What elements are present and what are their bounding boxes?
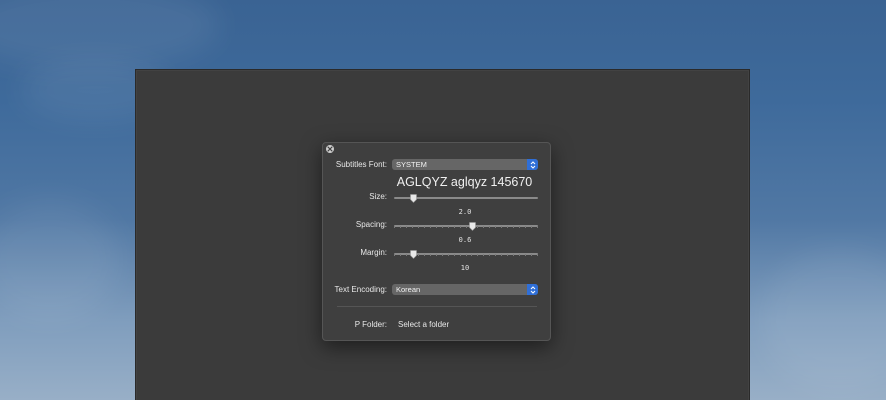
subtitles-font-value: SYSTEM — [396, 160, 427, 169]
slider-tick — [447, 254, 449, 256]
slider-tick — [447, 226, 449, 228]
text-encoding-popup[interactable]: Korean — [392, 284, 538, 295]
slider-tick — [435, 254, 437, 256]
slider-tick — [429, 254, 431, 256]
folder-label: P Folder: — [354, 320, 387, 329]
text-encoding-value: Korean — [396, 285, 421, 294]
slider-tick — [495, 226, 497, 228]
slider-tick — [423, 226, 425, 228]
size-slider[interactable] — [394, 194, 538, 204]
slider-tick — [423, 254, 425, 256]
slider-tick — [507, 226, 509, 228]
slider-tick — [507, 254, 509, 256]
text-encoding-label: Text Encoding: — [334, 285, 387, 294]
slider-knob[interactable] — [410, 194, 418, 203]
cloud — [760, 250, 886, 390]
slider-tick — [465, 254, 467, 256]
slider-tick — [453, 254, 455, 256]
slider-tick — [465, 226, 467, 228]
popup-arrows-icon — [527, 284, 538, 295]
desktop-background: Subtitles Font: SYSTEM AGLQYZ aglqyz 145… — [0, 0, 886, 400]
spacing-slider[interactable] — [394, 222, 538, 232]
slider-tick — [399, 254, 401, 256]
slider-tick — [531, 254, 533, 256]
slider-tick — [537, 226, 538, 228]
slider-tick — [525, 226, 527, 228]
slider-tick — [501, 226, 503, 228]
slider-tick — [471, 254, 473, 256]
slider-tick — [501, 254, 503, 256]
slider-tick — [394, 254, 395, 256]
slider-tick — [459, 226, 461, 228]
slider-tick — [441, 226, 443, 228]
subtitle-preferences-panel: Subtitles Font: SYSTEM AGLQYZ aglqyz 145… — [322, 142, 551, 341]
subtitles-font-label: Subtitles Font: — [335, 160, 387, 169]
slider-tick — [405, 226, 407, 228]
spacing-value: 0.6 — [458, 236, 472, 244]
subtitles-font-popup[interactable]: SYSTEM — [392, 159, 538, 170]
slider-tick — [435, 226, 437, 228]
slider-tick — [525, 254, 527, 256]
slider-tick — [489, 226, 491, 228]
slider-knob[interactable] — [410, 250, 418, 259]
close-button[interactable] — [326, 145, 334, 153]
slider-tick — [483, 254, 485, 256]
font-preview-text: AGLQYZ aglqyz 145670 — [396, 175, 533, 189]
slider-tick — [399, 226, 401, 228]
slider-tick — [477, 226, 479, 228]
slider-tick — [519, 254, 521, 256]
separator — [337, 306, 537, 307]
spacing-label: Spacing: — [355, 220, 387, 229]
slider-knob[interactable] — [469, 222, 477, 231]
slider-tick — [477, 254, 479, 256]
slider-tick — [537, 254, 538, 256]
slider-tick — [513, 226, 515, 228]
slider-tick — [405, 254, 407, 256]
slider-tick — [429, 226, 431, 228]
close-icon — [327, 146, 333, 152]
size-label: Size: — [369, 192, 387, 201]
slider-tick — [394, 226, 395, 228]
slider-tick — [513, 254, 515, 256]
slider-tick — [411, 226, 413, 228]
slider-tick — [495, 254, 497, 256]
slider-tick — [417, 254, 419, 256]
slider-tick — [483, 226, 485, 228]
slider-tick — [441, 254, 443, 256]
margin-slider[interactable] — [394, 250, 538, 260]
slider-tick — [489, 254, 491, 256]
margin-label: Margin: — [360, 248, 387, 257]
slider-tick — [459, 254, 461, 256]
slider-tick — [519, 226, 521, 228]
slider-tick — [453, 226, 455, 228]
margin-value: 10 — [460, 264, 470, 272]
cloud — [0, 0, 220, 70]
cloud — [0, 200, 120, 320]
slider-tick — [531, 226, 533, 228]
slider-tick — [417, 226, 419, 228]
select-folder-link[interactable]: Select a folder — [398, 320, 449, 329]
popup-arrows-icon — [527, 159, 538, 170]
size-value: 2.0 — [458, 208, 472, 216]
